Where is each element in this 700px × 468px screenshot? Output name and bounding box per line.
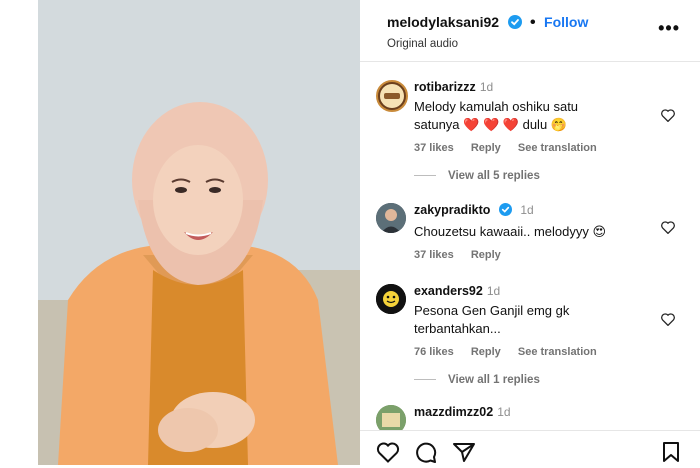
like-icon[interactable]: [376, 441, 400, 468]
view-replies-button[interactable]: View all 1 replies: [414, 374, 540, 386]
post-video[interactable]: [38, 0, 360, 465]
post-author-username[interactable]: melodylaksani92: [387, 14, 499, 30]
verified-badge-icon: [507, 15, 522, 34]
reply-button[interactable]: Reply: [471, 249, 501, 261]
comment-time: 1d: [479, 80, 494, 94]
post-header: melodylaksani92 • Follow Original audio: [387, 14, 677, 50]
comment-text: Pesona Gen Ganjil emg gk terbantahkan...: [414, 303, 570, 336]
comment-username[interactable]: rotibarizzz: [414, 80, 476, 94]
avatar[interactable]: [376, 80, 408, 112]
comments-panel: melodylaksani92 • Follow Original audio …: [360, 0, 700, 465]
view-replies-button[interactable]: View all 5 replies: [414, 170, 540, 182]
comment-time: 1d: [486, 284, 501, 298]
reply-button[interactable]: Reply: [471, 142, 501, 154]
avatar[interactable]: [376, 284, 406, 314]
comment-actions: 76 likes Reply See translation: [414, 346, 639, 358]
comment-actions: 37 likes Reply See translation: [414, 142, 639, 154]
header-divider: [360, 61, 700, 62]
bookmark-icon[interactable]: [661, 441, 681, 468]
likes-count[interactable]: 76 likes: [414, 346, 454, 358]
post-actions: [376, 441, 681, 465]
comment-time: 1d: [497, 405, 511, 419]
see-translation-button[interactable]: See translation: [518, 346, 597, 358]
comment-text: Chouzetsu kawaaii.. melodyyy 😍: [414, 224, 607, 239]
like-heart-icon[interactable]: [660, 312, 676, 331]
comment-time: 1d: [520, 203, 534, 217]
avatar[interactable]: [376, 203, 406, 233]
likes-count[interactable]: 37 likes: [414, 249, 454, 261]
verified-badge-icon: [498, 203, 512, 221]
comment-actions: 37 likes Reply: [414, 249, 639, 261]
like-heart-icon[interactable]: [660, 108, 676, 127]
more-options-icon[interactable]: •••: [658, 18, 680, 39]
like-heart-icon[interactable]: [660, 220, 676, 239]
audio-label[interactable]: Original audio: [387, 38, 677, 50]
comment-icon[interactable]: [414, 441, 438, 468]
see-translation-button[interactable]: See translation: [518, 142, 597, 154]
share-icon[interactable]: [452, 441, 476, 468]
comment-username[interactable]: mazzdimzz02: [414, 405, 493, 419]
video-frame-illustration: [38, 0, 360, 465]
comment-username[interactable]: zakypradikto: [414, 203, 490, 217]
follow-button[interactable]: Follow: [544, 14, 588, 30]
reply-button[interactable]: Reply: [471, 346, 501, 358]
comment-text: Melody kamulah oshiku satu satunya ❤️ ❤️…: [414, 99, 579, 132]
separator-dot: •: [529, 14, 536, 31]
comment-username[interactable]: exanders92: [414, 284, 483, 298]
likes-count[interactable]: 37 likes: [414, 142, 454, 154]
